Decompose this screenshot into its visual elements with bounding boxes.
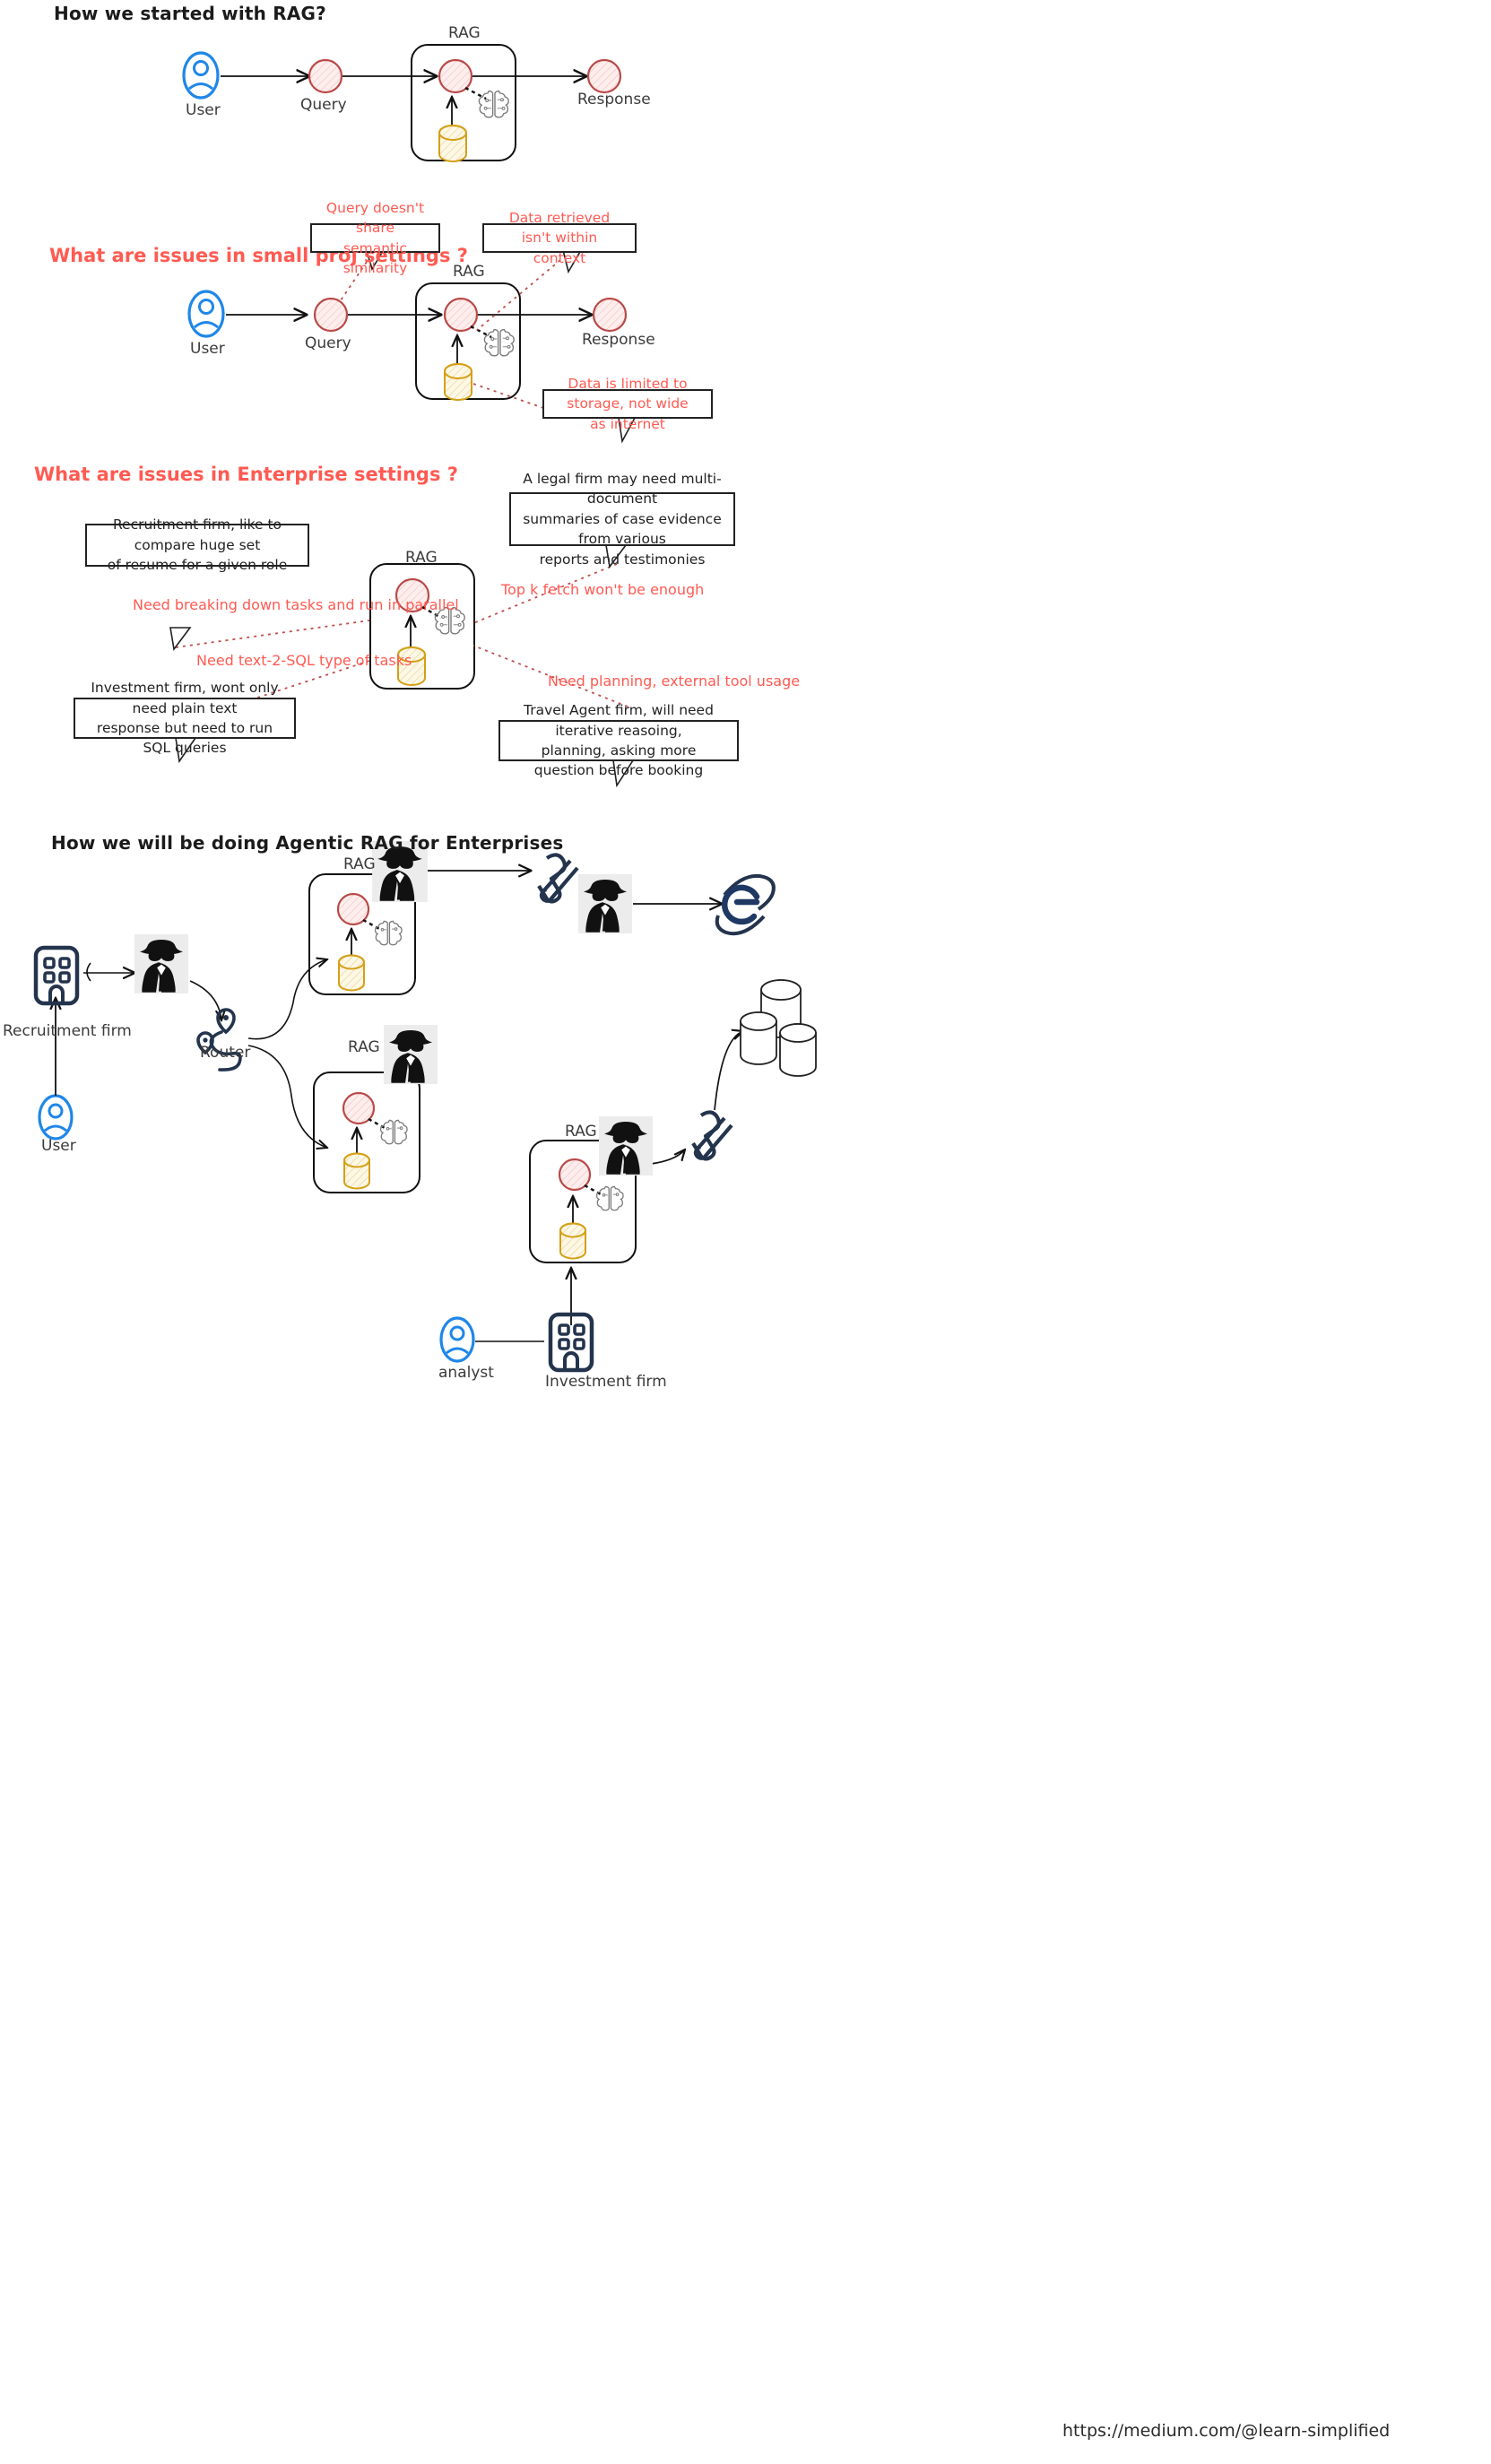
rag-label: RAG: [448, 24, 481, 42]
callout-line: reports and testimonies: [539, 551, 706, 568]
section-title-started: How we started with RAG?: [54, 3, 326, 24]
callout-context: Data retrieved isn't within context: [482, 210, 637, 266]
node-label-query: Query: [305, 334, 351, 352]
node-label-query: Query: [300, 96, 347, 114]
rag-label-3: RAG: [565, 1123, 597, 1141]
callout-legal-firm: A legal firm may need multi-document sum…: [509, 471, 735, 568]
callout-line: summaries of case evidence from various: [523, 510, 722, 548]
callout-line: Data retrieved isn't within: [508, 209, 611, 247]
callout-recruitment-firm: Recruitment firm, like to compare huge s…: [85, 516, 309, 573]
annotation-parallel: Need breaking down tasks and run in para…: [133, 596, 459, 613]
annotation-text2sql: Need text-2-SQL type of tasks: [196, 652, 412, 669]
node-label-analyst: analyst: [438, 1364, 494, 1382]
agent-detective-icon: [384, 1025, 438, 1084]
callout-line: as internet: [590, 415, 665, 432]
section-title-agentic: How we will be doing Agentic RAG for Ent…: [51, 832, 564, 854]
callout-line: of resume for a given role: [107, 557, 288, 574]
callout-storage-limit: Data is limited to storage, not wide as …: [542, 376, 713, 432]
node-label-investment-firm: Investment firm: [545, 1373, 667, 1391]
node-label-user: User: [41, 1137, 76, 1155]
rag-label: RAG: [405, 549, 438, 567]
callout-line: Data is limited to storage, not wide: [567, 375, 689, 412]
node-label-user: User: [190, 340, 225, 358]
agent-detective-icon: [599, 1116, 653, 1176]
node-label-user: User: [186, 101, 221, 119]
callout-line: context: [533, 249, 586, 266]
section-title-enterprise: What are issues in Enterprise settings ?: [34, 464, 458, 485]
footer-url[interactable]: https://medium.com/@learn-simplified: [1062, 2421, 1390, 2441]
node-label-response: Response: [582, 331, 655, 349]
callout-line: Travel Agent firm, will need iterative r…: [524, 702, 714, 739]
diagram-canvas: How we started with RAG? User Query RAG …: [0, 0, 1491, 2464]
node-label-router: Router: [200, 1044, 251, 1062]
callout-line: Query doesn't share: [325, 199, 425, 237]
callout-line: planning, asking more question before bo…: [533, 742, 704, 779]
agent-icons-layer: [134, 841, 653, 1176]
agent-detective-icon: [578, 874, 632, 933]
callout-semantic-similarity: Query doesn't share semantic similarity: [310, 200, 440, 276]
callout-line: response but need to run SQL queries: [96, 720, 273, 757]
node-label-recruitment-firm: Recruitment firm: [3, 1022, 132, 1040]
annotation-topk: Top k fetch won't be enough: [501, 581, 705, 598]
callout-investment-firm: Investment firm, wont only need plain te…: [74, 680, 296, 756]
callout-line: A legal firm may need multi-document: [523, 470, 722, 508]
callout-line: Recruitment firm, like to compare huge s…: [112, 516, 282, 553]
rag-label-1: RAG: [343, 855, 376, 873]
rag-label-2: RAG: [348, 1038, 380, 1056]
callout-line: semantic similarity: [342, 239, 408, 276]
annotation-planning: Need planning, external tool usage: [548, 672, 801, 690]
node-label-response: Response: [577, 91, 651, 108]
callout-travel-agent-firm: Travel Agent firm, will need iterative r…: [498, 702, 739, 778]
rag-label: RAG: [453, 263, 485, 281]
callout-line: Investment firm, wont only need plain te…: [91, 680, 279, 716]
agent-detective-icon: [134, 934, 188, 993]
